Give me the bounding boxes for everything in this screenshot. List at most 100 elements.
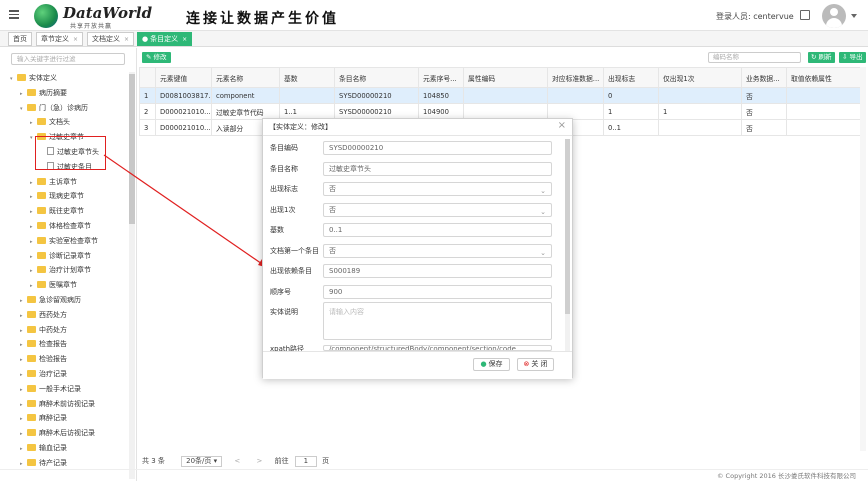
tree-toggle-icon[interactable]: ▸: [30, 280, 37, 292]
tree-toggle-icon[interactable]: ▾: [10, 73, 17, 85]
tree-node[interactable]: ▸ 诊断记录章节: [30, 250, 91, 262]
column-header[interactable]: 业务数据...: [741, 67, 787, 88]
tree-toggle-icon[interactable]: ▸: [30, 265, 37, 277]
tree-node[interactable]: ▸ 主诉章节: [30, 176, 77, 188]
table-cell: [547, 87, 604, 104]
save-button[interactable]: ● 保存: [473, 358, 510, 371]
desc-textarea[interactable]: 请输入内容: [323, 302, 552, 340]
field-input[interactable]: 过敏史章节头: [323, 161, 552, 176]
highlight-box: [35, 136, 106, 170]
tree-node[interactable]: ▸ 待产记录: [20, 457, 67, 469]
column-header[interactable]: 条目名称: [334, 67, 419, 88]
field-input[interactable]: S000189: [323, 264, 552, 278]
field-input[interactable]: 900: [323, 284, 552, 299]
field-select[interactable]: 否 ⌄: [323, 243, 552, 258]
tree-toggle-icon[interactable]: ▾: [20, 103, 27, 115]
edit-button[interactable]: ✎ 修改: [142, 52, 171, 63]
tree-toggle-icon[interactable]: ▸: [20, 354, 27, 366]
tab-chapter-def[interactable]: 章节定义 ×: [36, 32, 84, 46]
tree-toggle-icon[interactable]: ▸: [30, 191, 37, 203]
tree-toggle-icon[interactable]: ▸: [20, 310, 27, 322]
tree-node[interactable]: ▸ 麻醉术后访视记录: [20, 427, 95, 439]
tab-doc-def[interactable]: 文档定义 ×: [87, 32, 135, 46]
tree-node[interactable]: ▸ 既往史章节: [30, 205, 84, 217]
tree-node[interactable]: ▸ 一般手术记录: [20, 383, 81, 395]
tree-toggle-icon[interactable]: ▸: [20, 295, 27, 307]
prev-page-button[interactable]: <: [234, 457, 240, 465]
tree-node-label: 实验室检查章节: [49, 236, 98, 245]
tree-toggle-icon[interactable]: ▸: [20, 428, 27, 440]
field-input[interactable]: 0..1: [323, 223, 552, 237]
column-header[interactable]: 对应标准数据...: [547, 67, 604, 88]
tree-toggle-icon[interactable]: ▸: [20, 413, 27, 425]
tree-node[interactable]: ▸ 病历摘要: [20, 87, 67, 99]
close-icon[interactable]: ×: [73, 36, 78, 43]
field-select[interactable]: 否 ⌄: [323, 202, 552, 217]
tree-node[interactable]: ▸ 西药处方: [20, 309, 67, 321]
close-icon[interactable]: ×: [124, 36, 129, 43]
table-row[interactable]: 1 D0081003817... component SYSD00000210 1048…: [139, 87, 864, 104]
column-header[interactable]: 出现标志: [603, 67, 659, 88]
fullscreen-icon[interactable]: [800, 10, 810, 20]
tree-toggle-icon[interactable]: ▸: [20, 369, 27, 381]
export-button[interactable]: ⇩ 导出: [839, 52, 866, 63]
hamburger-menu-icon[interactable]: [9, 10, 19, 19]
tree-toggle-icon[interactable]: ▸: [20, 399, 27, 411]
tree-node[interactable]: ▸ 医嘱章节: [30, 279, 77, 291]
chevron-down-icon[interactable]: [851, 14, 857, 21]
tree-toggle-icon[interactable]: ▸: [20, 325, 27, 337]
tab-item-def[interactable]: ● 条目定义 ×: [137, 32, 193, 46]
column-header[interactable]: 基数: [279, 67, 335, 88]
close-icon[interactable]: ×: [558, 120, 566, 131]
column-header[interactable]: [139, 67, 156, 88]
page-size-select[interactable]: 20条/页 ▾: [181, 455, 223, 467]
tree-toggle-icon[interactable]: ▸: [20, 384, 27, 396]
avatar[interactable]: [822, 4, 846, 28]
tree-toggle-icon[interactable]: ▸: [30, 236, 37, 248]
tree-toggle-icon[interactable]: ▸: [30, 117, 37, 129]
tree-node[interactable]: ▸ 麻醉记录: [20, 412, 67, 424]
tree-node[interactable]: ▸ 治疗计划章节: [30, 264, 91, 276]
field-select[interactable]: 否 ⌄: [323, 182, 552, 196]
tree-toggle-icon[interactable]: ▸: [20, 458, 27, 470]
column-header[interactable]: 元素键值: [155, 67, 212, 88]
dialog-scrollbar[interactable]: [565, 139, 570, 351]
tree-toggle-icon[interactable]: ▸: [30, 251, 37, 263]
column-header[interactable]: 取值依赖属性: [786, 67, 864, 88]
tree-node[interactable]: ▸ 急诊留观病历: [20, 294, 81, 306]
close-button[interactable]: ⊗ 关 闭: [517, 358, 554, 371]
column-header[interactable]: 仅出现1次: [658, 67, 742, 88]
tree-node[interactable]: ▸ 文档头: [30, 116, 70, 128]
tree-node[interactable]: ▸ 麻醉术前访视记录: [20, 398, 95, 410]
tree-node[interactable]: ▾ 门（急）诊病历: [20, 102, 88, 114]
field-input[interactable]: SYSD00000210: [323, 141, 552, 155]
tree-node[interactable]: ▸ 实验室检查章节: [30, 235, 98, 247]
tree-node[interactable]: ▸ 检查报告: [20, 338, 67, 350]
tree-toggle-icon[interactable]: ▸: [30, 221, 37, 233]
tree-node[interactable]: ▸ 中药处方: [20, 324, 67, 336]
code-search-input[interactable]: 编码名称: [708, 52, 801, 63]
column-header[interactable]: 元素序号...: [418, 67, 464, 88]
refresh-button[interactable]: ↻ 刷新: [808, 52, 835, 63]
column-header[interactable]: 元素名称: [211, 67, 280, 88]
tree-node[interactable]: ▾ 实体定义: [10, 72, 57, 84]
tree-filter-input[interactable]: 输入关键字进行过滤: [11, 53, 125, 65]
tab-home[interactable]: 首页: [8, 32, 32, 46]
tree-node[interactable]: ▸ 体格检查章节: [30, 220, 91, 232]
sidebar-scrollbar[interactable]: [129, 72, 135, 479]
tree-toggle-icon[interactable]: ▸: [20, 88, 27, 100]
table-cell: [786, 119, 864, 136]
tree-toggle-icon[interactable]: ▸: [30, 206, 37, 218]
table-scrollbar[interactable]: [860, 67, 866, 451]
tree-node[interactable]: ▸ 治疗记录: [20, 368, 67, 380]
page-input[interactable]: 1: [294, 455, 317, 467]
tree-toggle-icon[interactable]: ▸: [30, 177, 37, 189]
tree-toggle-icon[interactable]: ▸: [20, 339, 27, 351]
tree-node[interactable]: ▸ 输血记录: [20, 442, 67, 454]
tree-toggle-icon[interactable]: ▸: [20, 443, 27, 455]
tree-node[interactable]: ▸ 现病史章节: [30, 190, 84, 202]
next-page-button[interactable]: >: [257, 457, 263, 465]
close-icon[interactable]: ×: [182, 36, 187, 43]
column-header[interactable]: 属性编码: [463, 67, 548, 88]
tree-node[interactable]: ▸ 检验报告: [20, 353, 67, 365]
